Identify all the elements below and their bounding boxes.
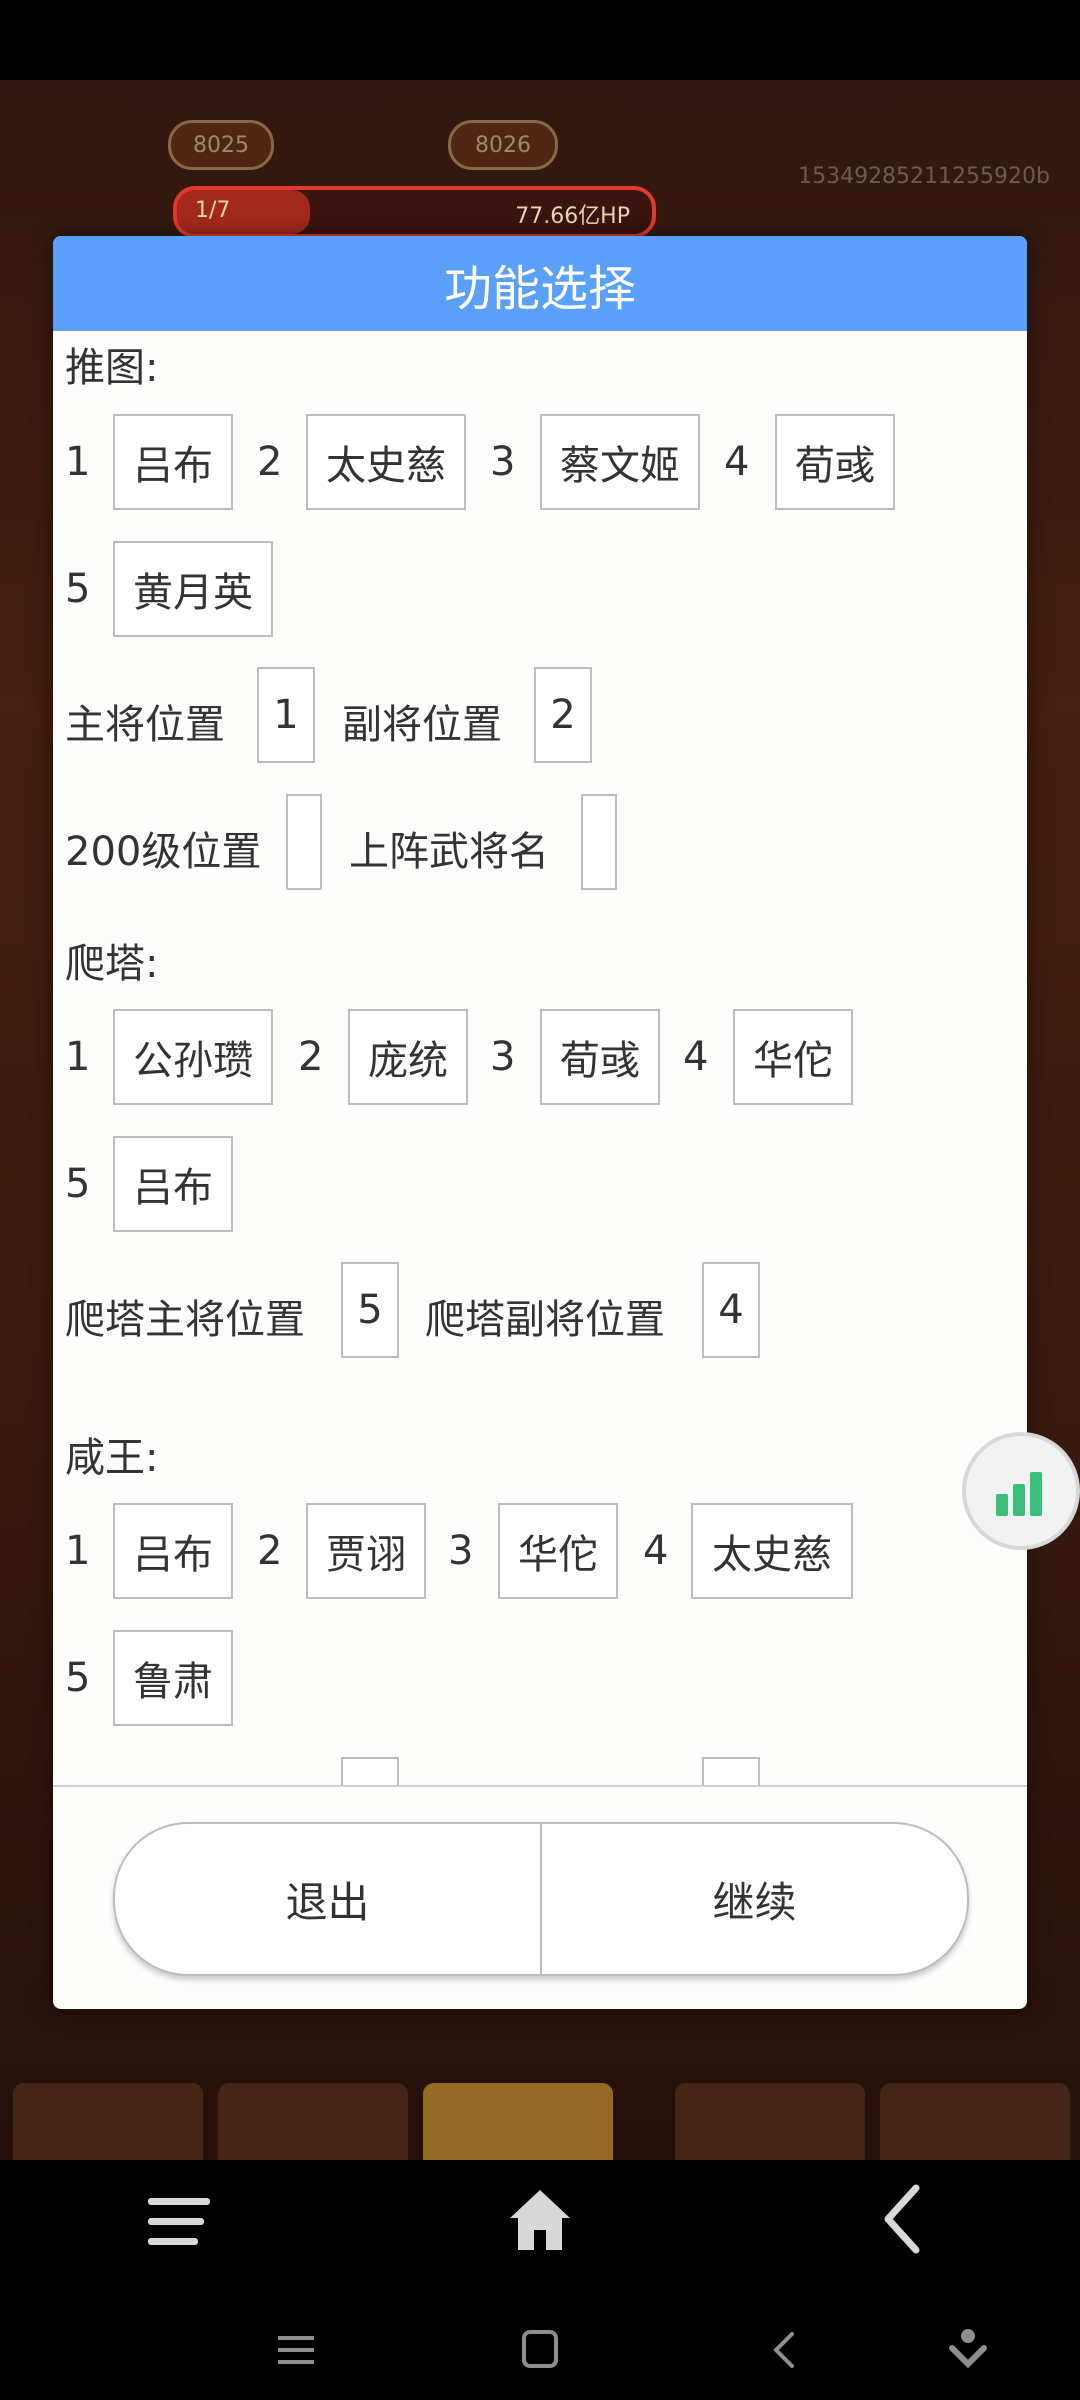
home-icon[interactable] xyxy=(506,2186,574,2254)
salt-slot-1-input[interactable]: 吕布 xyxy=(113,1503,233,1599)
floating-assist-button[interactable] xyxy=(962,1432,1080,1550)
push-slot-1-num: 1 xyxy=(65,439,91,485)
salt-slot-3-num: 3 xyxy=(448,1528,474,1574)
push-slot-4-num: 4 xyxy=(724,439,750,485)
dialog-divider xyxy=(53,1785,1027,1787)
tower-main-label: 爬塔主将位置 xyxy=(65,1297,305,1343)
tower-slot-1-input[interactable]: 公孙瓒 xyxy=(113,1009,273,1105)
push-slot-5-input[interactable]: 黄月英 xyxy=(113,541,273,637)
tower-slot-1-num: 1 xyxy=(65,1034,91,1080)
salt-slot-2-num: 2 xyxy=(257,1528,283,1574)
tower-heading: 爬塔: xyxy=(65,941,159,987)
tower-slot-5-input[interactable]: 吕布 xyxy=(113,1136,233,1232)
lv200-input[interactable] xyxy=(286,794,322,890)
salt-slot-2-input[interactable]: 贾诩 xyxy=(306,1503,426,1599)
tower-slot-5-num: 5 xyxy=(65,1161,91,1207)
dialog-button-group: 退出 继续 xyxy=(113,1822,969,1976)
salt-slot-4-num: 4 xyxy=(643,1528,669,1574)
push-slot-5-num: 5 xyxy=(65,566,91,612)
push-main-input[interactable]: 1 xyxy=(257,667,315,763)
menu-icon[interactable] xyxy=(146,2192,212,2252)
push-slot-1-input[interactable]: 吕布 xyxy=(113,414,233,510)
function-select-dialog: 功能选择 推图: 1 吕布 2 太史慈 3 蔡文姬 4 荀彧 5 黄月英 主将位… xyxy=(53,236,1027,2009)
assist-icon[interactable] xyxy=(948,2326,988,2372)
back-icon[interactable] xyxy=(880,2184,922,2254)
tower-slot-2-num: 2 xyxy=(298,1034,324,1080)
tower-main-input[interactable]: 5 xyxy=(341,1262,399,1358)
deploy-label: 上阵武将名 xyxy=(349,829,549,875)
tower-slot-3-num: 3 xyxy=(490,1034,516,1080)
lv200-label: 200级位置 xyxy=(65,829,262,875)
push-main-label: 主将位置 xyxy=(65,702,225,748)
back-chevron-icon[interactable] xyxy=(770,2330,798,2370)
push-vice-label: 副将位置 xyxy=(342,702,502,748)
push-vice-input[interactable]: 2 xyxy=(534,667,592,763)
hp-value: 77.66亿HP xyxy=(515,204,630,229)
push-slot-3-input[interactable]: 蔡文姬 xyxy=(540,414,700,510)
boss-hp-bar: 1/7 77.66亿HP xyxy=(173,186,656,238)
dialog-scroll-content[interactable]: 推图: 1 吕布 2 太史慈 3 蔡文姬 4 荀彧 5 黄月英 主将位置 1 副… xyxy=(53,331,1027,1786)
salt-slot-4-input[interactable]: 太史慈 xyxy=(691,1503,853,1599)
push-slot-4-input[interactable]: 荀彧 xyxy=(775,414,895,510)
navigation-bar xyxy=(0,2160,1080,2400)
deploy-input[interactable] xyxy=(581,794,617,890)
tower-slot-4-num: 4 xyxy=(683,1034,709,1080)
push-slot-3-num: 3 xyxy=(490,439,516,485)
tower-slot-2-input[interactable]: 庞统 xyxy=(348,1009,468,1105)
tower-slot-4-input[interactable]: 华佗 xyxy=(733,1009,853,1105)
salt-slot-1-num: 1 xyxy=(65,1528,91,1574)
dialog-title: 功能选择 xyxy=(53,236,1027,331)
tower-slot-3-input[interactable]: 荀彧 xyxy=(540,1009,660,1105)
salt-slot-5-input[interactable]: 鲁肃 xyxy=(113,1630,233,1726)
salt-heading: 咸王: xyxy=(65,1435,159,1481)
tower-vice-label: 爬塔副将位置 xyxy=(425,1297,665,1343)
status-bar xyxy=(0,0,1080,80)
home-square-icon[interactable] xyxy=(520,2328,560,2370)
push-heading: 推图: xyxy=(65,345,159,391)
salt-slot-3-input[interactable]: 华佗 xyxy=(498,1503,618,1599)
salt-slot-5-num: 5 xyxy=(65,1655,91,1701)
tower-vice-input[interactable]: 4 xyxy=(702,1262,760,1358)
continue-button[interactable]: 继续 xyxy=(542,1824,967,1974)
recents-icon[interactable] xyxy=(276,2332,316,2368)
stage-counter: 1/7 xyxy=(195,198,231,223)
salt-vice-input-partial[interactable] xyxy=(702,1757,760,1786)
salt-main-input-partial[interactable] xyxy=(341,1757,399,1786)
push-slot-2-num: 2 xyxy=(257,439,283,485)
exit-button[interactable]: 退出 xyxy=(115,1824,540,1974)
push-slot-2-input[interactable]: 太史慈 xyxy=(306,414,466,510)
bar-chart-icon xyxy=(996,1472,1042,1516)
